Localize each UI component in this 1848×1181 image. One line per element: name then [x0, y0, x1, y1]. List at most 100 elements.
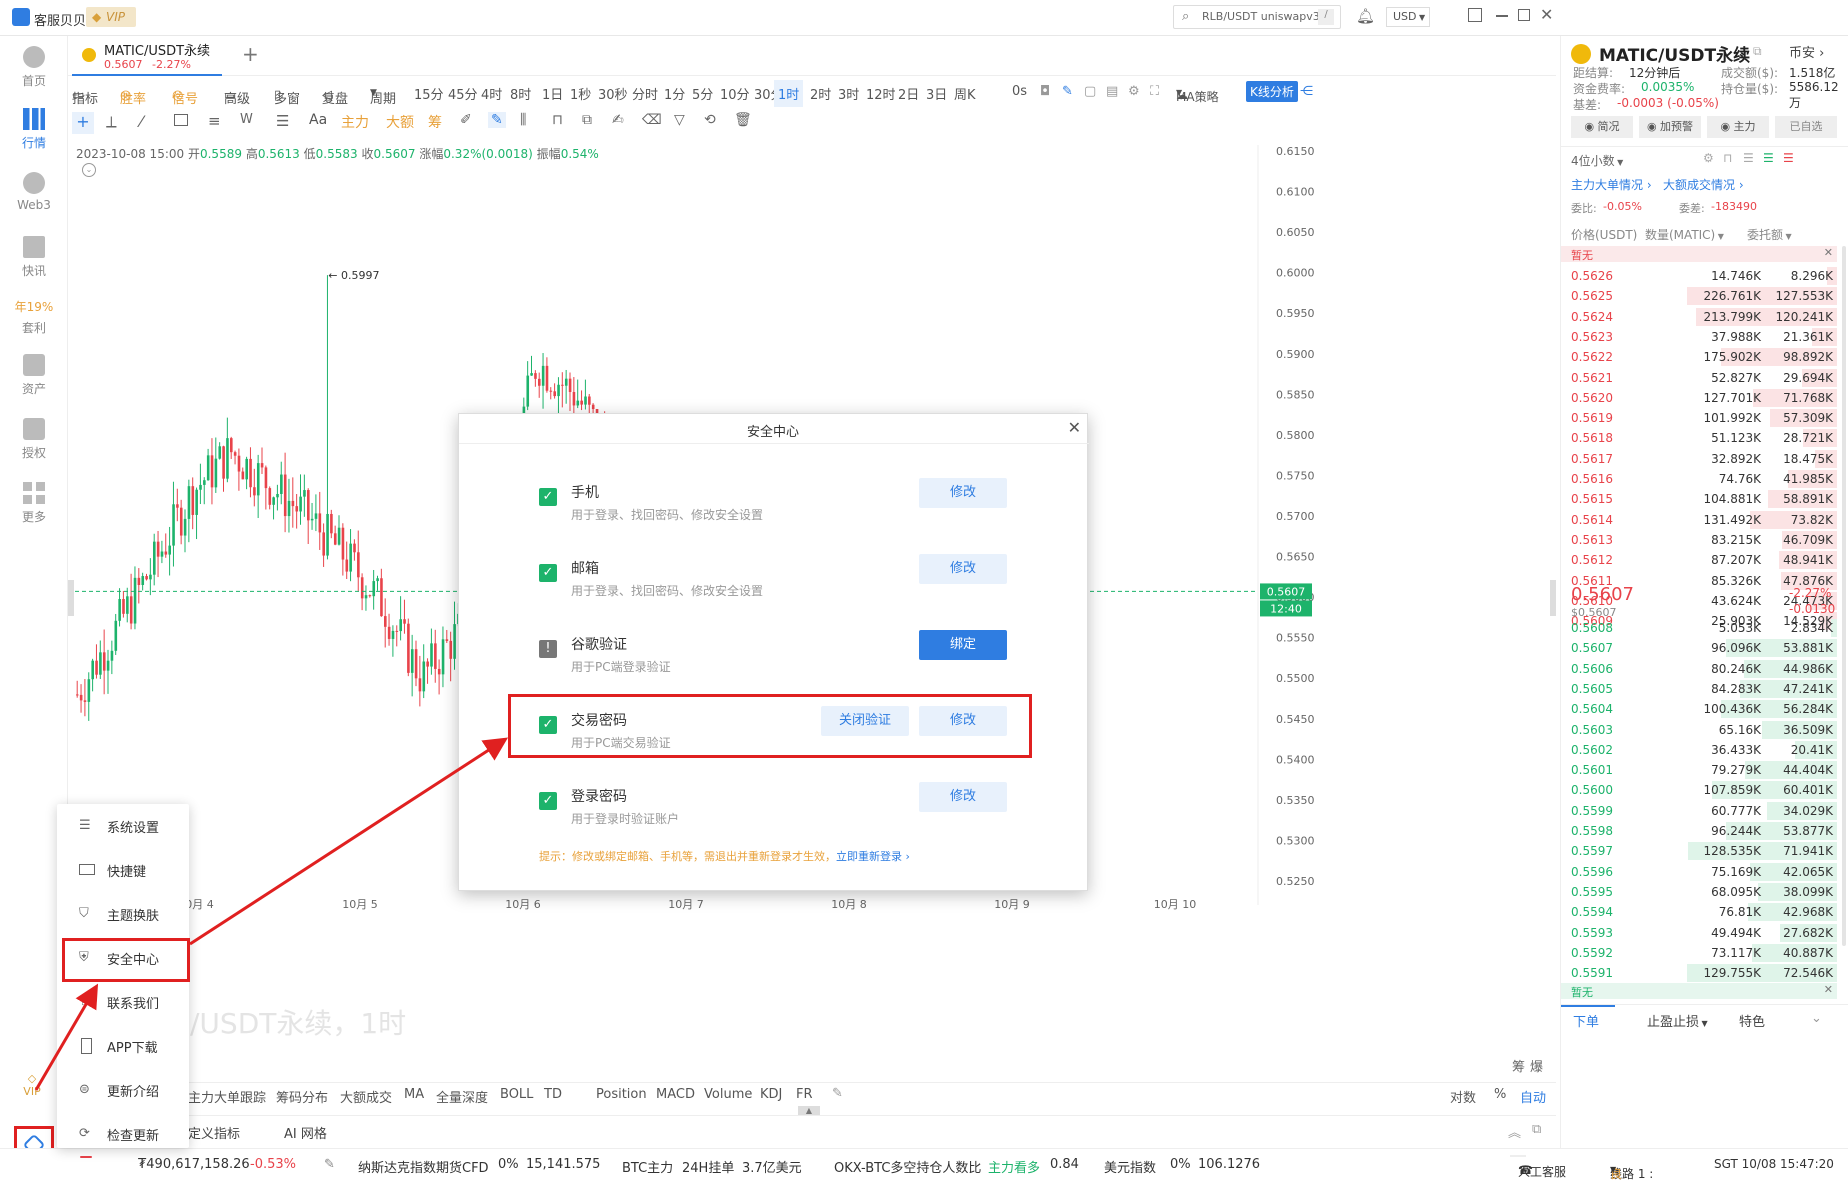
bid-row[interactable]: 0.5594 76.81K 42.968K [1561, 902, 1837, 922]
ask-row[interactable]: 0.5621 52.827K 29.694K [1561, 368, 1837, 388]
lock-icon[interactable]: ⊓ [552, 112, 563, 128]
note-icon[interactable]: ✍ [612, 112, 624, 128]
edit-indicator-icon[interactable]: ✎ [832, 1086, 843, 1101]
period-12h[interactable]: 12时 [866, 84, 896, 103]
bid-row[interactable]: 0.5600 107.859K 60.401K [1561, 780, 1837, 800]
chip-side-button[interactable]: 筹 [1512, 1056, 1525, 1075]
indicator-boll[interactable]: BOLL [500, 1087, 533, 1102]
bid-row[interactable]: 0.5593 49.494K 27.682K [1561, 923, 1837, 943]
menu-contact[interactable]: ☏ 联系我们 [57, 982, 189, 1022]
line-tool-icon[interactable]: ⟂ [106, 112, 117, 132]
sidebar-item-news[interactable]: 快讯 [0, 236, 68, 279]
bid-row[interactable]: 0.5604 100.436K 56.284K [1561, 699, 1837, 719]
large-amount-tool[interactable]: 大额 [386, 112, 414, 132]
camera-icon[interactable]: ◘ [1040, 84, 1050, 99]
period-1h[interactable]: 1时 [774, 80, 804, 107]
sidebar-item-arbitrage[interactable]: 年19% 套利 [0, 298, 68, 336]
relogin-link[interactable]: 立即重新登录 › [836, 850, 910, 863]
ob-layout-asks-icon[interactable]: ☰ [1783, 151, 1794, 165]
tab-tpsl[interactable]: 止盈止损 ▼ [1647, 1011, 1708, 1030]
percent-scale-toggle[interactable]: % [1494, 1087, 1506, 1102]
vip-badge[interactable]: ◆ VIP [86, 7, 136, 27]
period-1s[interactable]: 1秒 [570, 84, 591, 103]
ask-row[interactable]: 0.5625 226.761K 127.553K [1561, 286, 1837, 306]
period-3h[interactable]: 3时 [838, 84, 859, 103]
fib-tool-icon[interactable]: ≡ [208, 112, 221, 130]
modal-close-icon[interactable]: ✕ [1068, 418, 1081, 437]
ask-row[interactable]: 0.5618 51.123K 28.721K [1561, 428, 1837, 448]
ask-row[interactable]: 0.5620 127.701K 71.768K [1561, 388, 1837, 408]
menu-theme[interactable]: ⛉ 主题换肤 [57, 894, 189, 934]
auto-scale-toggle[interactable]: 自动 [1520, 1087, 1546, 1106]
magnet-icon[interactable]: ✎ [488, 112, 506, 128]
period-timeline[interactable]: 分时 [632, 84, 658, 103]
indicator-position[interactable]: Position [596, 1087, 647, 1102]
bid-row[interactable]: 0.5591 129.755K 72.546K [1561, 963, 1837, 983]
link-large-trades[interactable]: 大额成交情况 › [1663, 176, 1744, 193]
menu-shortcuts[interactable]: 快捷键 [57, 850, 189, 890]
tab-feature[interactable]: 特色 [1739, 1011, 1765, 1030]
link-mainforce[interactable]: 主力大单情况 › [1571, 176, 1652, 193]
add-tab-button[interactable]: + [242, 42, 259, 66]
ask-row[interactable]: 0.5619 101.992K 57.309K [1561, 408, 1837, 428]
period-2h[interactable]: 2时 [810, 84, 831, 103]
liquidation-side-button[interactable]: 爆 [1530, 1056, 1543, 1075]
crosshair-icon[interactable]: + [72, 112, 94, 134]
bid-row[interactable]: 0.5597 128.535K 71.941K [1561, 841, 1837, 861]
trash-icon[interactable]: 🗑︎ [734, 112, 752, 128]
close-icon[interactable]: ✕ [1824, 246, 1833, 259]
indicator-mainforce[interactable]: 主力大单跟踪 [188, 1087, 266, 1106]
rp-mainforce-button[interactable]: ◉ 主力 [1707, 116, 1769, 138]
period-week[interactable]: 周K [954, 84, 976, 103]
ask-row[interactable]: 0.5616 74.76K 41.985K [1561, 469, 1837, 489]
bid-row[interactable]: 0.5605 84.283K 47.241K [1561, 679, 1837, 699]
bid-row[interactable]: 0.5602 36.433K 20.41K [1561, 740, 1837, 760]
sync-icon[interactable]: ⟲ [704, 112, 716, 128]
tab-ai-grid[interactable]: AI 网格 [284, 1123, 327, 1142]
period-30s[interactable]: 30秒 [598, 84, 628, 103]
log-scale-toggle[interactable]: 对数 [1450, 1087, 1476, 1106]
decimals-select[interactable]: 4位小数 ▼ [1571, 152, 1623, 169]
ob-chart-icon[interactable]: ⊓ [1723, 151, 1732, 165]
detach-icon[interactable] [1468, 8, 1482, 22]
gear-icon[interactable]: ⚙ [1128, 84, 1140, 99]
col-total[interactable]: 委托额 ▼ [1747, 226, 1792, 243]
copy-icon[interactable]: ⧉ [1753, 44, 1762, 59]
scrollbar[interactable] [1842, 246, 1846, 946]
period-4h[interactable]: 4时 [481, 84, 502, 103]
period-2d[interactable]: 2日 [898, 84, 919, 103]
tab-matic-usdt[interactable]: MATIC/USDT永续 0.5607 -2.27% [72, 36, 222, 76]
ask-row[interactable]: 0.5612 87.207K 48.941K [1561, 550, 1837, 570]
bid-row[interactable]: 0.5595 68.095K 38.099K [1561, 882, 1837, 902]
rect-tool-icon[interactable] [174, 114, 188, 126]
customer-service-button[interactable]: ☎ 人工客服 [1510, 1155, 1566, 1179]
minimize-icon[interactable] [1496, 15, 1508, 17]
ask-row[interactable]: 0.5626 14.746K 8.296K [1561, 266, 1837, 286]
ask-row[interactable]: 0.5614 131.492K 73.82K [1561, 510, 1837, 530]
bell-icon[interactable]: 🔔︎ [1356, 7, 1375, 25]
period-15m[interactable]: 15分 [414, 84, 444, 103]
maximize-icon[interactable] [1518, 9, 1530, 21]
wave-tool-icon[interactable]: W [240, 112, 253, 127]
measure-icon[interactable]: ⫼ [520, 112, 526, 128]
kline-analysis-button[interactable]: K线分析 [1246, 81, 1298, 102]
period-8h[interactable]: 8时 [510, 84, 531, 103]
sidebar-item-assets[interactable]: 资产 [0, 354, 68, 397]
bid-row[interactable]: 0.5592 73.117K 40.887K [1561, 943, 1837, 963]
collapse-icon[interactable]: ⌄ [1811, 1011, 1822, 1026]
sidebar-item-auth[interactable]: 授权 [0, 418, 68, 461]
rp-exchange[interactable]: 币安 › [1789, 42, 1824, 61]
sidebar-item-market[interactable]: 行情 [0, 108, 68, 151]
panel-collapse-left-handle[interactable] [68, 580, 74, 616]
filter-icon[interactable]: ▽ [674, 112, 685, 128]
bid-row[interactable]: 0.5603 65.16K 36.509K [1561, 720, 1837, 740]
ask-row[interactable]: 0.5613 83.215K 46.709K [1561, 530, 1837, 550]
period-10m[interactable]: 10分 [720, 84, 750, 103]
menu-app-download[interactable]: APP下载 [57, 1026, 189, 1066]
popout-icon[interactable]: ⧉ [1532, 1122, 1541, 1137]
close-icon[interactable]: ✕ [1540, 5, 1553, 24]
ob-layout-bids-icon[interactable]: ☰ [1763, 151, 1774, 165]
period-3d[interactable]: 3日 [926, 84, 947, 103]
ray-tool-icon[interactable]: ⁄ [140, 112, 143, 131]
channel-tool-icon[interactable]: ☰ [276, 112, 289, 130]
